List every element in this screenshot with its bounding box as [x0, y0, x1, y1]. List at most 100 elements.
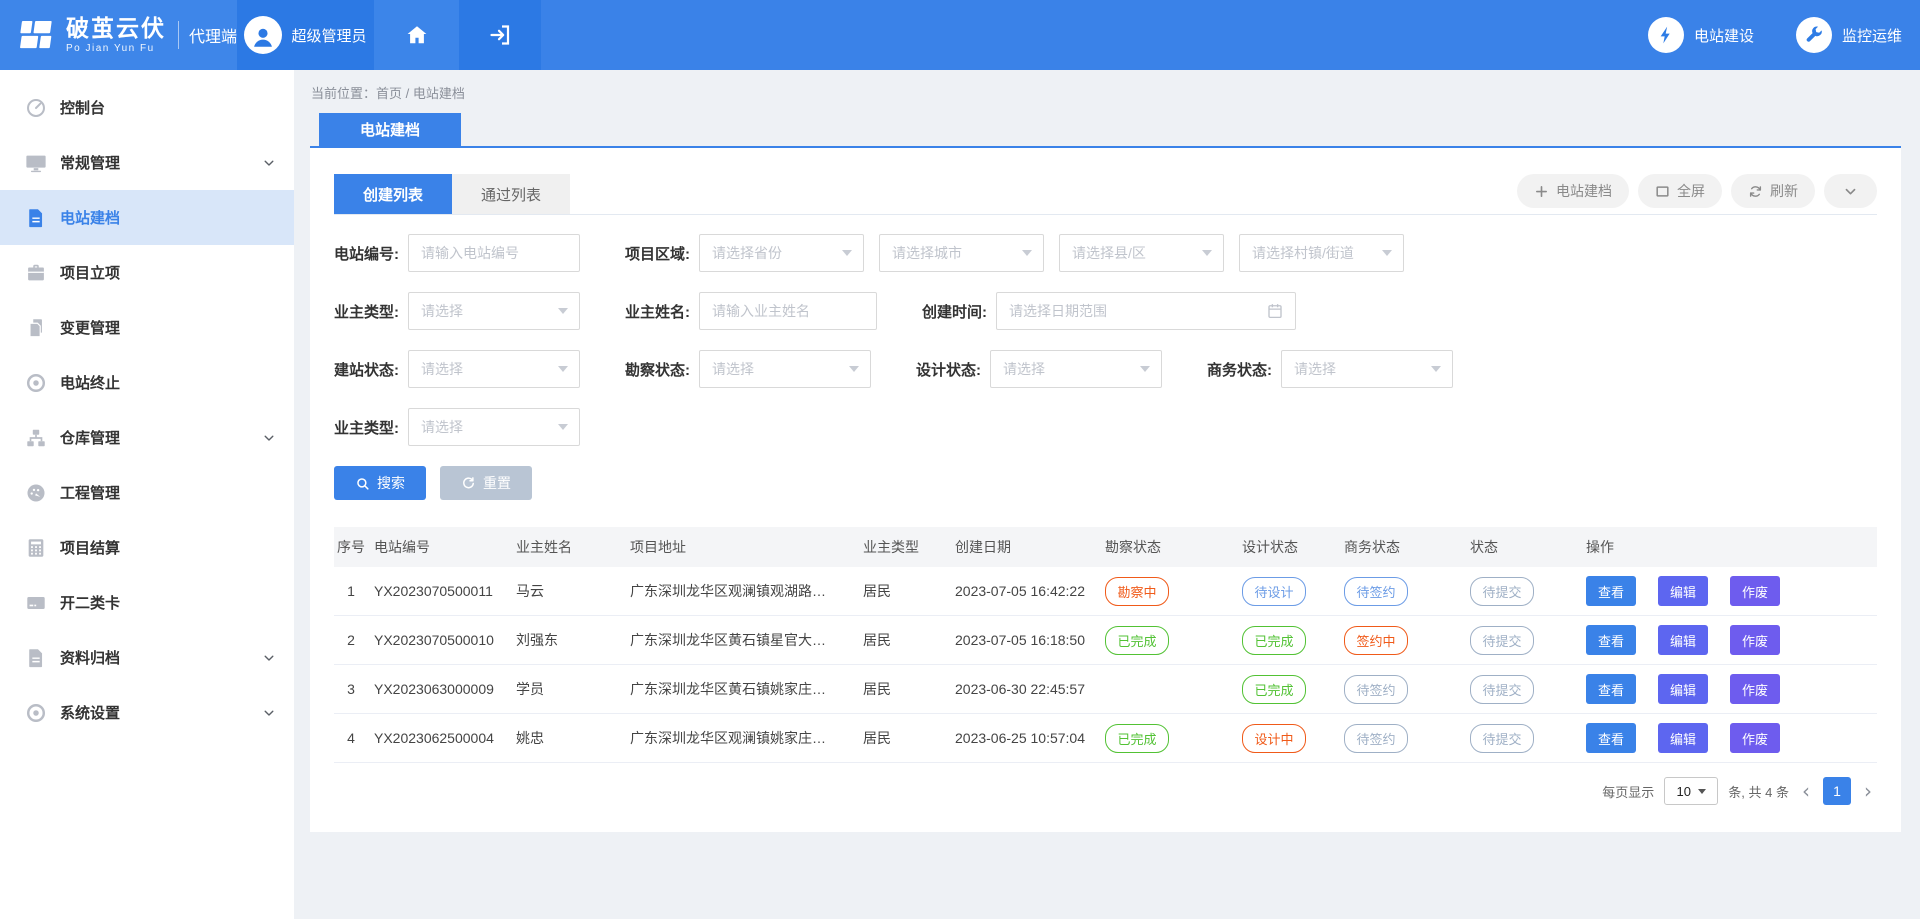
column-header: 电站编号 — [374, 537, 516, 557]
brand-title: 破茧云伏 — [66, 16, 166, 40]
next-page-button[interactable]: › — [1861, 781, 1875, 801]
cell: 待签约 — [1344, 675, 1470, 704]
brand[interactable]: 破茧云伏 Po Jian Yun Fu 代理端 — [0, 0, 237, 70]
filter-label: 建站状态: — [334, 359, 399, 380]
province-select[interactable]: 请选择省份 — [699, 234, 864, 272]
content-card: 创建列表 通过列表 电站建档 全屏 刷新 — [310, 148, 1901, 832]
nav-monitor-ops[interactable]: 监控运维 — [1796, 17, 1902, 53]
void-button[interactable]: 作废 — [1730, 576, 1780, 606]
status-badge: 待提交 — [1470, 675, 1534, 704]
sidebar-item-5[interactable]: 变更管理 — [0, 300, 294, 355]
search-button[interactable]: 搜索 — [334, 466, 426, 500]
column-header: 业主类型 — [863, 537, 955, 557]
tab-create-list[interactable]: 创建列表 — [334, 174, 452, 214]
per-page-select[interactable]: 10 — [1664, 777, 1718, 805]
business-status-select[interactable]: 请选择 — [1281, 350, 1453, 388]
reset-button[interactable]: 重置 — [440, 466, 532, 500]
owner-name-input[interactable] — [699, 292, 877, 330]
logout-button[interactable] — [459, 0, 541, 70]
sidebar-item-label: 项目立项 — [60, 262, 120, 283]
refresh-button[interactable]: 刷新 — [1731, 174, 1815, 208]
district-select[interactable]: 请选择县/区 — [1059, 234, 1224, 272]
prev-page-button[interactable]: ‹ — [1799, 781, 1813, 801]
breadcrumb-separator: / — [402, 86, 413, 101]
page-tab[interactable]: 电站建档 — [319, 113, 461, 146]
owner-type-select[interactable]: 请选择 — [408, 292, 580, 330]
calculator-icon — [25, 537, 47, 559]
filter-field: 业主姓名: — [625, 292, 877, 330]
sidebar-item-label: 资料归档 — [60, 647, 120, 668]
edit-button[interactable]: 编辑 — [1658, 674, 1708, 704]
settings-icon — [25, 702, 47, 724]
filter-row: 业主类型:请选择业主姓名:创建时间:请选择日期范围 — [334, 292, 1877, 330]
sidebar-item-10[interactable]: 开二类卡 — [0, 575, 294, 630]
cell: 待设计 — [1242, 577, 1344, 606]
filter-label: 商务状态: — [1207, 359, 1272, 380]
fullscreen-icon — [1655, 184, 1670, 199]
cell: 已完成 — [1105, 724, 1242, 753]
status-badge: 已完成 — [1242, 626, 1306, 655]
edit-button[interactable]: 编辑 — [1658, 625, 1708, 655]
chevron-down-icon — [558, 424, 568, 430]
filter-field: 请选择县/区 — [1059, 234, 1224, 272]
sidebar-item-4[interactable]: 项目立项 — [0, 245, 294, 300]
home-button[interactable] — [374, 0, 459, 70]
filter-label: 业主姓名: — [625, 301, 690, 322]
edit-button[interactable]: 编辑 — [1658, 723, 1708, 753]
void-button[interactable]: 作废 — [1730, 625, 1780, 655]
tab-passed-list[interactable]: 通过列表 — [452, 174, 570, 214]
table-row: 1YX2023070500011马云广东深圳龙华区观澜镇观湖路…居民2023-0… — [334, 567, 1877, 616]
build-status-select[interactable]: 请选择 — [408, 350, 580, 388]
sidebar-item-8[interactable]: 工程管理 — [0, 465, 294, 520]
survey-status-select[interactable]: 请选择 — [699, 350, 871, 388]
sidebar-item-3[interactable]: 电站建档 — [0, 190, 294, 245]
create-station-button[interactable]: 电站建档 — [1517, 174, 1629, 208]
per-page-label: 每页显示 — [1602, 782, 1654, 801]
sidebar-item-9[interactable]: 项目结算 — [0, 520, 294, 575]
nav-label: 电站建设 — [1694, 25, 1754, 46]
column-header: 序号 — [334, 537, 374, 557]
view-button[interactable]: 查看 — [1586, 723, 1636, 753]
sidebar-item-6[interactable]: 电站终止 — [0, 355, 294, 410]
sidebar-item-1[interactable]: 控制台 — [0, 80, 294, 135]
briefcase-icon — [25, 262, 47, 284]
edit-button[interactable]: 编辑 — [1658, 576, 1708, 606]
create-date-range-input[interactable]: 请选择日期范围 — [996, 292, 1296, 330]
nav-station-build[interactable]: 电站建设 — [1648, 17, 1754, 53]
calendar-icon — [1266, 302, 1284, 320]
page-1-button[interactable]: 1 — [1823, 777, 1851, 805]
owner-type-select-2[interactable]: 请选择 — [408, 408, 580, 446]
column-header: 业主姓名 — [516, 537, 630, 557]
cell: 待提交 — [1470, 724, 1586, 753]
sidebar-item-label: 常规管理 — [60, 152, 120, 173]
cell: 广东深圳龙华区观澜镇观湖路… — [630, 581, 863, 601]
chevron-down-icon — [262, 431, 276, 445]
station-code-input[interactable] — [408, 234, 580, 272]
city-select[interactable]: 请选择城市 — [879, 234, 1044, 272]
cell: 2023-06-30 22:45:57 — [955, 681, 1105, 697]
sidebar-item-label: 控制台 — [60, 97, 105, 118]
document-icon — [25, 207, 47, 229]
sidebar-item-2[interactable]: 常规管理 — [0, 135, 294, 190]
fullscreen-button[interactable]: 全屏 — [1638, 174, 1722, 208]
void-button[interactable]: 作废 — [1730, 723, 1780, 753]
view-button[interactable]: 查看 — [1586, 576, 1636, 606]
cell: 勘察中 — [1105, 577, 1242, 606]
view-button[interactable]: 查看 — [1586, 674, 1636, 704]
breadcrumb-home[interactable]: 首页 — [376, 86, 402, 101]
town-select[interactable]: 请选择村镇/街道 — [1239, 234, 1404, 272]
sidebar-item-7[interactable]: 仓库管理 — [0, 410, 294, 465]
row-actions: 查看编辑作废 — [1586, 674, 1877, 704]
sidebar-item-11[interactable]: 资料归档 — [0, 630, 294, 685]
design-status-select[interactable]: 请选择 — [990, 350, 1162, 388]
sidebar-item-12[interactable]: 系统设置 — [0, 685, 294, 740]
topbar: 破茧云伏 Po Jian Yun Fu 代理端 超级管理员 电站建设 — [0, 0, 1920, 70]
breadcrumb-current: 电站建档 — [413, 86, 465, 101]
void-button[interactable]: 作废 — [1730, 674, 1780, 704]
view-button[interactable]: 查看 — [1586, 625, 1636, 655]
wrench-icon — [1796, 17, 1832, 53]
search-icon — [355, 476, 370, 491]
cell: YX2023062500004 — [374, 730, 516, 746]
user-menu[interactable]: 超级管理员 — [237, 0, 374, 70]
collapse-button[interactable] — [1824, 174, 1877, 208]
